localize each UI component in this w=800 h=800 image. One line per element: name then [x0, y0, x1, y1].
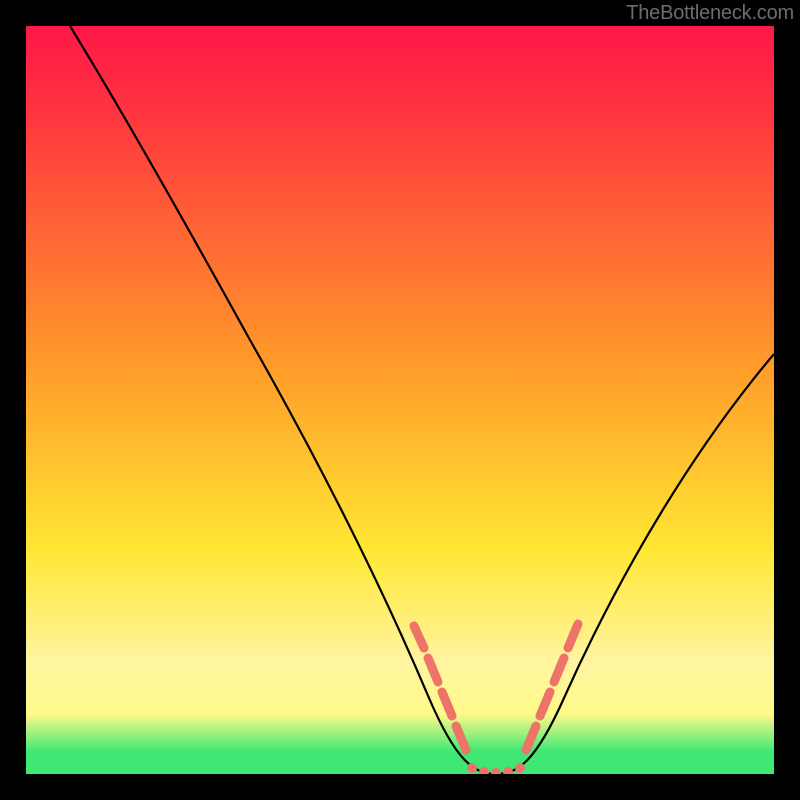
valley-dot [479, 767, 489, 774]
salmon-band-right [526, 726, 536, 750]
salmon-band-right [540, 692, 550, 716]
valley-dot [515, 763, 525, 773]
salmon-band-right [554, 658, 564, 682]
salmon-band-left [414, 626, 424, 648]
watermark-text: TheBottleneck.com [626, 2, 794, 25]
salmon-band-left [456, 726, 466, 750]
bottleneck-curve [70, 26, 774, 774]
salmon-band-right [568, 624, 578, 648]
salmon-band-left [428, 658, 438, 682]
valley-dot [467, 763, 477, 773]
curve-layer [26, 26, 774, 774]
salmon-band-left [442, 692, 452, 716]
valley-dot [491, 768, 501, 774]
valley-dot [503, 767, 513, 774]
chart-stage: TheBottleneck.com [0, 0, 800, 800]
